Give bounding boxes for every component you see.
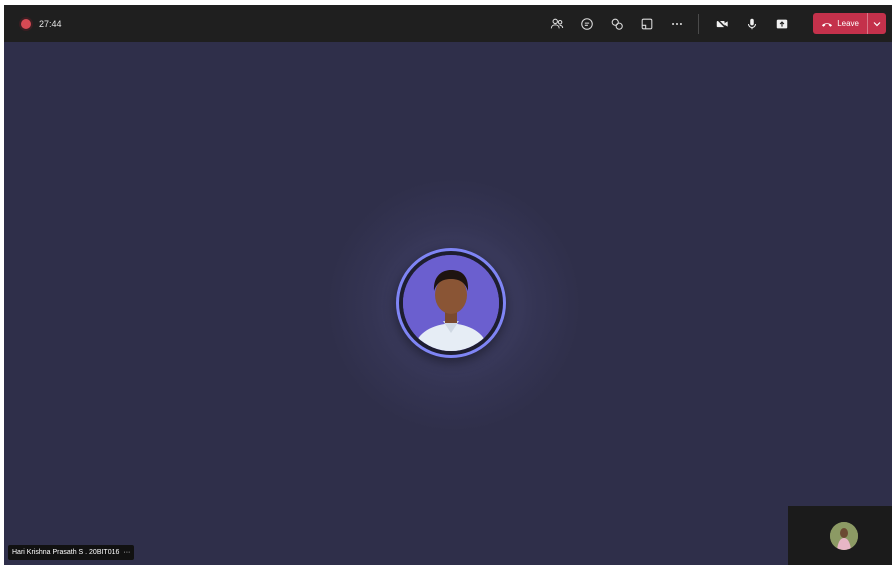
meeting-stage: 27:44 Leave Hari Krishna Prasath S . 20B… bbox=[4, 5, 892, 565]
more-icon[interactable] bbox=[664, 11, 690, 37]
toolbar-actions: Leave bbox=[542, 5, 892, 42]
recording-indicator: 27:44 bbox=[21, 18, 62, 29]
share-icon[interactable] bbox=[769, 11, 795, 37]
leave-main-action[interactable]: Leave bbox=[821, 19, 867, 28]
toolbar-divider bbox=[698, 13, 700, 34]
chat-icon[interactable] bbox=[574, 11, 600, 37]
participant-avatar bbox=[403, 255, 499, 351]
leave-button[interactable]: Leave bbox=[813, 13, 886, 34]
leave-label: Leave bbox=[837, 19, 859, 28]
participant-name-tag: Hari Krishna Prasath S . 20BIT016 ··· bbox=[8, 545, 135, 560]
reactions-icon[interactable] bbox=[604, 11, 630, 37]
record-dot-icon bbox=[21, 18, 31, 29]
rooms-icon[interactable] bbox=[634, 11, 660, 37]
self-avatar bbox=[830, 522, 858, 550]
self-view-tile[interactable] bbox=[788, 506, 892, 565]
participant-avatar-ring[interactable] bbox=[396, 248, 506, 358]
hang-up-icon bbox=[822, 22, 833, 27]
people-icon[interactable] bbox=[544, 11, 570, 37]
participant-name: Hari Krishna Prasath S . 20BIT016 bbox=[12, 549, 120, 556]
meeting-toolbar: 27:44 Leave bbox=[4, 5, 892, 42]
meeting-timer: 27:44 bbox=[39, 18, 62, 29]
participant-more-icon[interactable]: ··· bbox=[123, 549, 130, 556]
mic-icon[interactable] bbox=[739, 11, 765, 37]
chevron-down-icon[interactable] bbox=[868, 21, 886, 27]
camera-off-icon[interactable] bbox=[709, 11, 735, 37]
